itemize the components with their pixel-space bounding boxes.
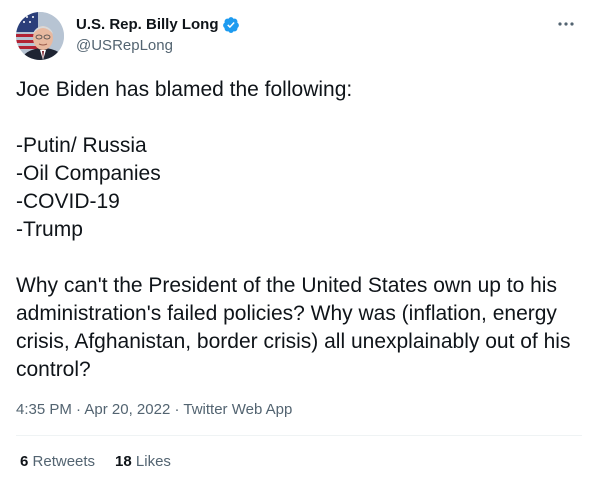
likes-stat[interactable]: 18 Likes [115, 452, 171, 472]
tweet-source[interactable]: Twitter Web App [183, 401, 292, 418]
author-names: U.S. Rep. Billy Long @USRepLong [76, 15, 240, 56]
tweet-date[interactable]: Apr 20, 2022 [84, 401, 170, 418]
retweets-stat[interactable]: 6 Retweets [20, 452, 95, 472]
verified-badge-icon [222, 16, 240, 34]
tweet-time[interactable]: 4:35 PM [16, 401, 72, 418]
retweets-count: 6 [20, 453, 29, 470]
tweet-stats: 6 Retweets 18 Likes [20, 452, 171, 472]
likes-label: Likes [135, 453, 171, 470]
display-name-row: U.S. Rep. Billy Long [76, 15, 240, 35]
meta-separator: · [174, 401, 180, 418]
tweet-text: Joe Biden has blamed the following: -Put… [16, 78, 571, 381]
tweet-card: U.S. Rep. Billy Long @USRepLong Joe Bide… [0, 0, 598, 487]
meta-separator: · [76, 401, 82, 418]
display-name[interactable]: U.S. Rep. Billy Long [76, 15, 219, 35]
handle[interactable]: @USRepLong [76, 36, 240, 56]
tweet-metadata: 4:35 PM · Apr 20, 2022 · Twitter Web App [16, 400, 292, 420]
likes-count: 18 [115, 453, 132, 470]
retweets-label: Retweets [32, 453, 96, 470]
more-options-icon[interactable] [554, 14, 578, 34]
divider [16, 435, 582, 436]
tweet-header: U.S. Rep. Billy Long @USRepLong [16, 12, 582, 62]
avatar[interactable] [16, 12, 64, 60]
